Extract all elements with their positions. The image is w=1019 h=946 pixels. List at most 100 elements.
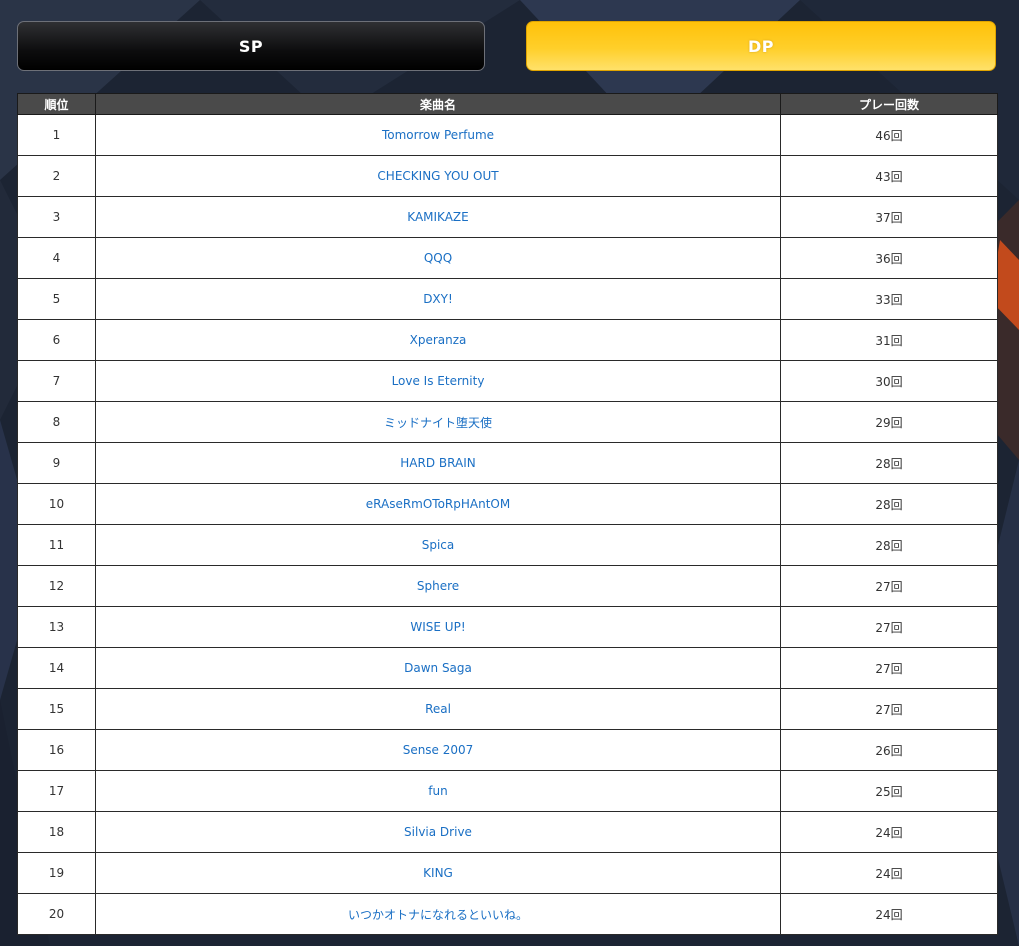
table-row: 9 HARD BRAIN 28回 bbox=[17, 442, 998, 484]
rank-cell: 12 bbox=[17, 565, 96, 607]
table-row: 7 Love Is Eternity 30回 bbox=[17, 360, 998, 402]
table-row: 11 Spica 28回 bbox=[17, 524, 998, 566]
song-title-link[interactable]: Sense 2007 bbox=[403, 743, 474, 757]
title-cell: HARD BRAIN bbox=[95, 442, 781, 484]
song-title-link[interactable]: Spica bbox=[422, 538, 455, 552]
header-plays: プレー回数 bbox=[780, 93, 998, 115]
table-row: 14 Dawn Saga 27回 bbox=[17, 647, 998, 689]
song-title-link[interactable]: HARD BRAIN bbox=[400, 456, 475, 470]
rank-cell: 9 bbox=[17, 442, 96, 484]
plays-cell: 27回 bbox=[780, 565, 998, 607]
song-title-link[interactable]: eRAseRmOToRpHAntOM bbox=[366, 497, 510, 511]
table-row: 1 Tomorrow Perfume 46回 bbox=[17, 114, 998, 156]
table-header-row: 順位 楽曲名 プレー回数 bbox=[17, 93, 998, 115]
rank-cell: 8 bbox=[17, 401, 96, 443]
plays-cell: 28回 bbox=[780, 524, 998, 566]
song-title-link[interactable]: Tomorrow Perfume bbox=[382, 128, 494, 142]
plays-cell: 24回 bbox=[780, 852, 998, 894]
song-title-link[interactable]: CHECKING YOU OUT bbox=[377, 169, 498, 183]
ranking-table: 順位 楽曲名 プレー回数 1 Tomorrow Perfume 46回 2 CH… bbox=[17, 93, 998, 935]
song-title-link[interactable]: WISE UP! bbox=[410, 620, 465, 634]
table-row: 4 QQQ 36回 bbox=[17, 237, 998, 279]
song-title-link[interactable]: ミッドナイト堕天使 bbox=[384, 416, 492, 430]
title-cell: Xperanza bbox=[95, 319, 781, 361]
title-cell: Sense 2007 bbox=[95, 729, 781, 771]
plays-cell: 28回 bbox=[780, 483, 998, 525]
title-cell: いつかオトナになれるといいね。 bbox=[95, 893, 781, 935]
rank-cell: 19 bbox=[17, 852, 96, 894]
rank-cell: 16 bbox=[17, 729, 96, 771]
table-row: 8 ミッドナイト堕天使 29回 bbox=[17, 401, 998, 443]
plays-cell: 28回 bbox=[780, 442, 998, 484]
song-title-link[interactable]: いつかオトナになれるといいね。 bbox=[348, 908, 528, 922]
rank-cell: 5 bbox=[17, 278, 96, 320]
table-row: 6 Xperanza 31回 bbox=[17, 319, 998, 361]
song-title-link[interactable]: Sphere bbox=[417, 579, 459, 593]
rank-cell: 11 bbox=[17, 524, 96, 566]
title-cell: fun bbox=[95, 770, 781, 812]
plays-cell: 29回 bbox=[780, 401, 998, 443]
plays-cell: 25回 bbox=[780, 770, 998, 812]
plays-cell: 24回 bbox=[780, 893, 998, 935]
table-row: 15 Real 27回 bbox=[17, 688, 998, 730]
table-row: 10 eRAseRmOToRpHAntOM 28回 bbox=[17, 483, 998, 525]
header-title: 楽曲名 bbox=[95, 93, 781, 115]
title-cell: ミッドナイト堕天使 bbox=[95, 401, 781, 443]
rank-cell: 20 bbox=[17, 893, 96, 935]
song-title-link[interactable]: Xperanza bbox=[410, 333, 467, 347]
rank-cell: 15 bbox=[17, 688, 96, 730]
title-cell: Silvia Drive bbox=[95, 811, 781, 853]
rank-cell: 6 bbox=[17, 319, 96, 361]
title-cell: Tomorrow Perfume bbox=[95, 114, 781, 156]
title-cell: QQQ bbox=[95, 237, 781, 279]
title-cell: WISE UP! bbox=[95, 606, 781, 648]
song-title-link[interactable]: QQQ bbox=[424, 251, 452, 265]
table-row: 13 WISE UP! 27回 bbox=[17, 606, 998, 648]
tab-dp[interactable]: DP bbox=[526, 21, 996, 71]
title-cell: Love Is Eternity bbox=[95, 360, 781, 402]
title-cell: Sphere bbox=[95, 565, 781, 607]
song-title-link[interactable]: fun bbox=[428, 784, 447, 798]
plays-cell: 46回 bbox=[780, 114, 998, 156]
table-row: 5 DXY! 33回 bbox=[17, 278, 998, 320]
plays-cell: 30回 bbox=[780, 360, 998, 402]
rank-cell: 17 bbox=[17, 770, 96, 812]
title-cell: KING bbox=[95, 852, 781, 894]
table-row: 12 Sphere 27回 bbox=[17, 565, 998, 607]
title-cell: CHECKING YOU OUT bbox=[95, 155, 781, 197]
plays-cell: 27回 bbox=[780, 647, 998, 689]
rank-cell: 3 bbox=[17, 196, 96, 238]
rank-cell: 18 bbox=[17, 811, 96, 853]
title-cell: Real bbox=[95, 688, 781, 730]
plays-cell: 27回 bbox=[780, 606, 998, 648]
plays-cell: 36回 bbox=[780, 237, 998, 279]
plays-cell: 33回 bbox=[780, 278, 998, 320]
table-row: 16 Sense 2007 26回 bbox=[17, 729, 998, 771]
plays-cell: 37回 bbox=[780, 196, 998, 238]
rank-cell: 4 bbox=[17, 237, 96, 279]
title-cell: eRAseRmOToRpHAntOM bbox=[95, 483, 781, 525]
plays-cell: 26回 bbox=[780, 729, 998, 771]
title-cell: DXY! bbox=[95, 278, 781, 320]
song-title-link[interactable]: DXY! bbox=[423, 292, 453, 306]
table-row: 19 KING 24回 bbox=[17, 852, 998, 894]
rank-cell: 10 bbox=[17, 483, 96, 525]
title-cell: Spica bbox=[95, 524, 781, 566]
title-cell: Dawn Saga bbox=[95, 647, 781, 689]
plays-cell: 27回 bbox=[780, 688, 998, 730]
tab-sp[interactable]: SP bbox=[17, 21, 485, 71]
song-title-link[interactable]: Silvia Drive bbox=[404, 825, 472, 839]
song-title-link[interactable]: KAMIKAZE bbox=[407, 210, 468, 224]
table-row: 2 CHECKING YOU OUT 43回 bbox=[17, 155, 998, 197]
plays-cell: 43回 bbox=[780, 155, 998, 197]
table-row: 18 Silvia Drive 24回 bbox=[17, 811, 998, 853]
song-title-link[interactable]: Dawn Saga bbox=[404, 661, 472, 675]
rank-cell: 14 bbox=[17, 647, 96, 689]
rank-cell: 1 bbox=[17, 114, 96, 156]
song-title-link[interactable]: KING bbox=[423, 866, 453, 880]
song-title-link[interactable]: Love Is Eternity bbox=[392, 374, 485, 388]
play-style-tabs: SP DP bbox=[17, 21, 996, 73]
table-row: 3 KAMIKAZE 37回 bbox=[17, 196, 998, 238]
song-title-link[interactable]: Real bbox=[425, 702, 451, 716]
plays-cell: 31回 bbox=[780, 319, 998, 361]
